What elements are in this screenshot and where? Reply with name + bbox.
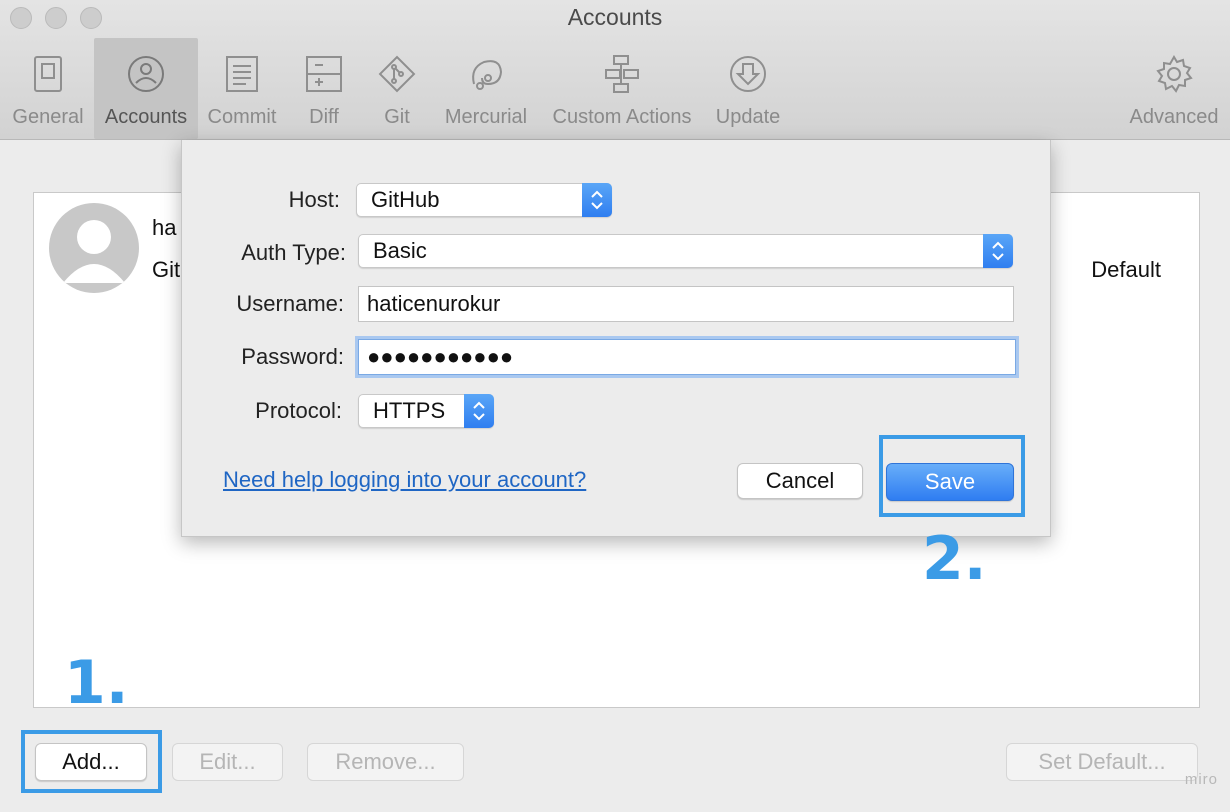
step-2-label: 2. [922,524,987,594]
tab-label: Diff [309,106,339,128]
account-host: Git [152,257,181,282]
tab-label: Advanced [1129,106,1219,128]
tab-accounts[interactable]: Accounts [94,38,198,139]
protocol-select[interactable]: HTTPS [358,394,494,428]
protocol-label: Protocol: [255,398,342,423]
auth-type-label: Auth Type: [241,240,346,265]
username-field[interactable]: haticenurokur [358,286,1014,322]
default-badge: Default [1091,257,1161,282]
git-icon [375,52,419,96]
auth-type-select[interactable]: Basic [358,234,1013,268]
tab-advanced[interactable]: Advanced [1122,38,1226,139]
tab-label: Accounts [104,106,188,128]
tab-git[interactable]: Git [364,38,430,139]
save-highlight-box [879,435,1025,517]
avatar [49,203,139,293]
gear-icon [1152,52,1196,96]
cancel-button[interactable]: Cancel [737,463,863,499]
tab-label: Commit [207,106,277,128]
password-field[interactable]: ●●●●●●●●●●● [358,339,1016,375]
title-bar: Accounts General Accounts Commit Diff Gi… [0,0,1230,140]
tab-diff[interactable]: Diff [286,38,362,139]
protocol-value: HTTPS [373,398,446,423]
account-name: ha [152,215,177,240]
tab-custom-actions[interactable]: Custom Actions [544,38,700,139]
window-title: Accounts [567,4,663,30]
tab-label: General [12,106,84,128]
username-label: Username: [236,291,344,316]
tab-commit[interactable]: Commit [200,38,284,139]
tab-label: Git [384,106,410,128]
actions-icon [600,52,644,96]
mercurial-icon [464,52,508,96]
set-default-button[interactable]: Set Default... [1006,743,1198,781]
host-select[interactable]: GitHub [356,183,612,217]
download-icon [726,52,770,96]
user-icon [124,52,168,96]
tab-label: Custom Actions [552,106,692,128]
tab-mercurial[interactable]: Mercurial [440,38,532,139]
step-1-label: 1. [64,648,129,718]
host-label: Host: [288,187,340,212]
help-link[interactable]: Need help logging into your account? [223,467,586,493]
switch-icon [26,52,70,96]
password-label: Password: [241,344,344,369]
tab-general[interactable]: General [4,38,92,139]
tab-update[interactable]: Update [710,38,786,139]
chevron-updown-icon [582,183,612,217]
tab-label: Mercurial [444,106,528,128]
tab-label: Update [715,106,781,128]
auth-type-value: Basic [373,238,427,263]
chevron-updown-icon [983,234,1013,268]
remove-button[interactable]: Remove... [307,743,464,781]
document-icon [220,52,264,96]
edit-button[interactable]: Edit... [172,743,283,781]
add-button[interactable]: Add... [35,743,147,781]
watermark-text: miro [1184,771,1218,788]
host-value: GitHub [371,187,440,212]
diff-icon [302,52,346,96]
chevron-updown-icon [464,394,494,428]
